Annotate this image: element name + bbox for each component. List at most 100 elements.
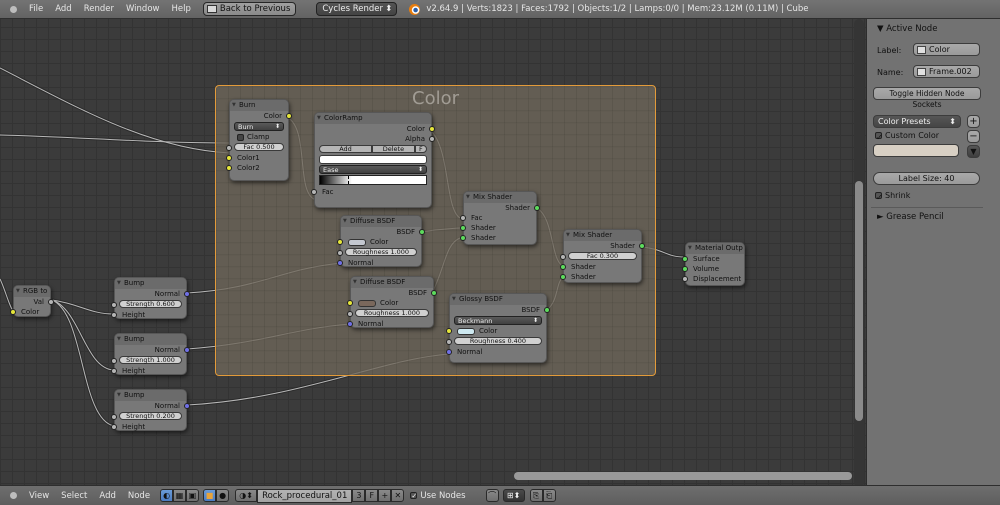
user-count[interactable]: 3 bbox=[352, 488, 366, 502]
label-size-slider[interactable]: Label Size: 40 bbox=[873, 172, 980, 185]
input-socket[interactable] bbox=[311, 189, 317, 195]
unlink-material-icon[interactable]: ✕ bbox=[391, 488, 405, 502]
node-diffuse-bsdf-1[interactable]: Diffuse BSDF BSDF Color Roughness 1.000 … bbox=[337, 215, 425, 267]
input-socket[interactable] bbox=[560, 274, 566, 280]
output-socket[interactable] bbox=[184, 403, 190, 409]
input-socket[interactable] bbox=[111, 302, 117, 308]
output-socket[interactable] bbox=[184, 291, 190, 297]
input-socket[interactable] bbox=[347, 321, 353, 327]
node-colorramp[interactable]: ColorRamp Color Alpha Add Delete F Ease … bbox=[311, 112, 435, 208]
input-socket[interactable] bbox=[111, 424, 117, 430]
input-socket[interactable] bbox=[460, 235, 466, 241]
object-icon[interactable]: ■ bbox=[203, 489, 217, 502]
material-name-field[interactable]: Rock_procedural_01 bbox=[257, 488, 353, 503]
input-socket[interactable] bbox=[226, 145, 232, 151]
menu-window[interactable]: Window bbox=[126, 4, 160, 14]
texture-nodes-icon[interactable]: ▦ bbox=[173, 489, 187, 502]
output-socket[interactable] bbox=[48, 299, 54, 305]
input-socket[interactable] bbox=[446, 339, 452, 345]
preset-menu-button[interactable]: ▼ bbox=[967, 145, 980, 158]
node-glossy-bsdf[interactable]: Glossy BSDF BSDF Beckmann Color Roughnes… bbox=[446, 293, 550, 363]
menu-add[interactable]: Add bbox=[99, 491, 115, 501]
name-field[interactable]: Frame.002 bbox=[913, 65, 980, 78]
input-socket[interactable] bbox=[226, 155, 232, 161]
output-socket[interactable] bbox=[184, 347, 190, 353]
menu-render[interactable]: Render bbox=[84, 4, 114, 14]
input-socket[interactable] bbox=[682, 276, 688, 282]
output-socket[interactable] bbox=[431, 290, 437, 296]
menu-file[interactable]: File bbox=[29, 4, 43, 14]
input-socket[interactable] bbox=[446, 328, 452, 334]
input-socket[interactable] bbox=[460, 215, 466, 221]
editor-type-icon[interactable] bbox=[10, 5, 17, 13]
color-swatch[interactable] bbox=[457, 327, 475, 335]
horizontal-scrollbar[interactable] bbox=[514, 472, 852, 480]
node-mix-shader-2[interactable]: Mix Shader Shader Fac 0.300 Shader Shade… bbox=[560, 229, 645, 283]
input-socket[interactable] bbox=[560, 254, 566, 260]
input-socket[interactable] bbox=[111, 358, 117, 364]
input-socket[interactable] bbox=[337, 250, 343, 256]
delete-stop-button[interactable]: Delete bbox=[372, 145, 415, 153]
input-socket[interactable] bbox=[337, 239, 343, 245]
menu-node[interactable]: Node bbox=[128, 491, 150, 501]
node-bump-3[interactable]: Bump Normal Strength 0.200 Height bbox=[111, 389, 190, 431]
input-socket[interactable] bbox=[347, 311, 353, 317]
shader-nodes-icon[interactable]: ◐ bbox=[160, 489, 174, 502]
add-preset-button[interactable]: + bbox=[967, 115, 980, 128]
snap-element-icon[interactable]: ⊞⬍ bbox=[502, 489, 525, 502]
label-field[interactable]: Color bbox=[913, 43, 980, 56]
back-to-previous-button[interactable]: Back to Previous bbox=[202, 2, 297, 16]
node-diffuse-bsdf-2[interactable]: Diffuse BSDF BSDF Color Roughness 1.000 … bbox=[347, 276, 437, 328]
paste-nodes-icon[interactable]: ⎗ bbox=[542, 489, 556, 502]
output-socket[interactable] bbox=[419, 229, 425, 235]
compositing-nodes-icon[interactable]: ▣ bbox=[186, 489, 200, 502]
render-engine-select[interactable]: Cycles Render ⬍ bbox=[316, 2, 398, 16]
remove-preset-button[interactable]: − bbox=[967, 130, 980, 143]
vertical-scrollbar[interactable] bbox=[855, 181, 863, 421]
active-stop-color[interactable] bbox=[319, 155, 427, 164]
color-swatch[interactable] bbox=[348, 238, 366, 246]
add-stop-button[interactable]: Add bbox=[319, 145, 372, 153]
distribution-select[interactable]: Beckmann bbox=[454, 316, 542, 325]
fac-field[interactable]: Fac 0.300 bbox=[568, 252, 637, 260]
node-rgb-to-bw[interactable]: RGB to Val Color bbox=[10, 285, 54, 317]
color-ramp-gradient[interactable] bbox=[319, 175, 427, 185]
input-socket[interactable] bbox=[560, 264, 566, 270]
strength-field[interactable]: Strength 1.000 bbox=[119, 356, 182, 364]
node-mix-shader-1[interactable]: Mix Shader Shader Fac Shader Shader bbox=[460, 191, 540, 245]
input-socket[interactable] bbox=[337, 260, 343, 266]
menu-add[interactable]: Add bbox=[55, 4, 71, 14]
toggle-hidden-sockets-button[interactable]: Toggle Hidden Node Sockets bbox=[873, 87, 981, 109]
custom-color-swatch[interactable] bbox=[873, 144, 959, 157]
node-burn[interactable]: Burn Color Burn Clamp Fac 0.500 Color1 C… bbox=[226, 99, 292, 181]
shrink-toggle[interactable]: ✓ Shrink bbox=[875, 191, 910, 202]
node-bump-1[interactable]: Bump Normal Strength 0.600 Height bbox=[111, 277, 190, 319]
use-nodes-toggle[interactable]: ✓ Use Nodes bbox=[410, 491, 466, 501]
fake-user-button[interactable]: F bbox=[365, 488, 379, 502]
input-socket[interactable] bbox=[111, 312, 117, 318]
node-bump-2[interactable]: Bump Normal Strength 1.000 Height bbox=[111, 333, 190, 375]
input-socket[interactable] bbox=[226, 165, 232, 171]
input-socket[interactable] bbox=[111, 414, 117, 420]
active-node-panel-header[interactable]: ▼ Active Node bbox=[877, 24, 937, 34]
output-socket[interactable] bbox=[639, 243, 645, 249]
output-socket[interactable] bbox=[544, 307, 550, 313]
input-socket[interactable] bbox=[446, 349, 452, 355]
node-material-output[interactable]: Material Outp Surface Volume Displacemen… bbox=[682, 242, 745, 286]
strength-field[interactable]: Strength 0.200 bbox=[119, 412, 182, 420]
strength-field[interactable]: Strength 0.600 bbox=[119, 300, 182, 308]
grease-pencil-panel-header[interactable]: ► Grease Pencil bbox=[877, 212, 944, 222]
roughness-field[interactable]: Roughness 1.000 bbox=[345, 248, 417, 256]
input-socket[interactable] bbox=[682, 266, 688, 272]
blend-mode-select[interactable]: Burn bbox=[234, 122, 284, 131]
material-browse-icon[interactable]: ◑⬍ bbox=[235, 488, 258, 502]
input-socket[interactable] bbox=[347, 300, 353, 306]
interpolation-select[interactable]: Ease bbox=[319, 165, 427, 174]
editor-type-icon[interactable] bbox=[10, 492, 17, 499]
color-swatch[interactable] bbox=[358, 299, 376, 307]
menu-help[interactable]: Help bbox=[171, 4, 190, 14]
roughness-field[interactable]: Roughness 1.000 bbox=[355, 309, 429, 317]
menu-select[interactable]: Select bbox=[61, 491, 87, 501]
output-socket[interactable] bbox=[429, 126, 435, 132]
color-presets-select[interactable]: Color Presets ⬍ bbox=[873, 115, 961, 128]
